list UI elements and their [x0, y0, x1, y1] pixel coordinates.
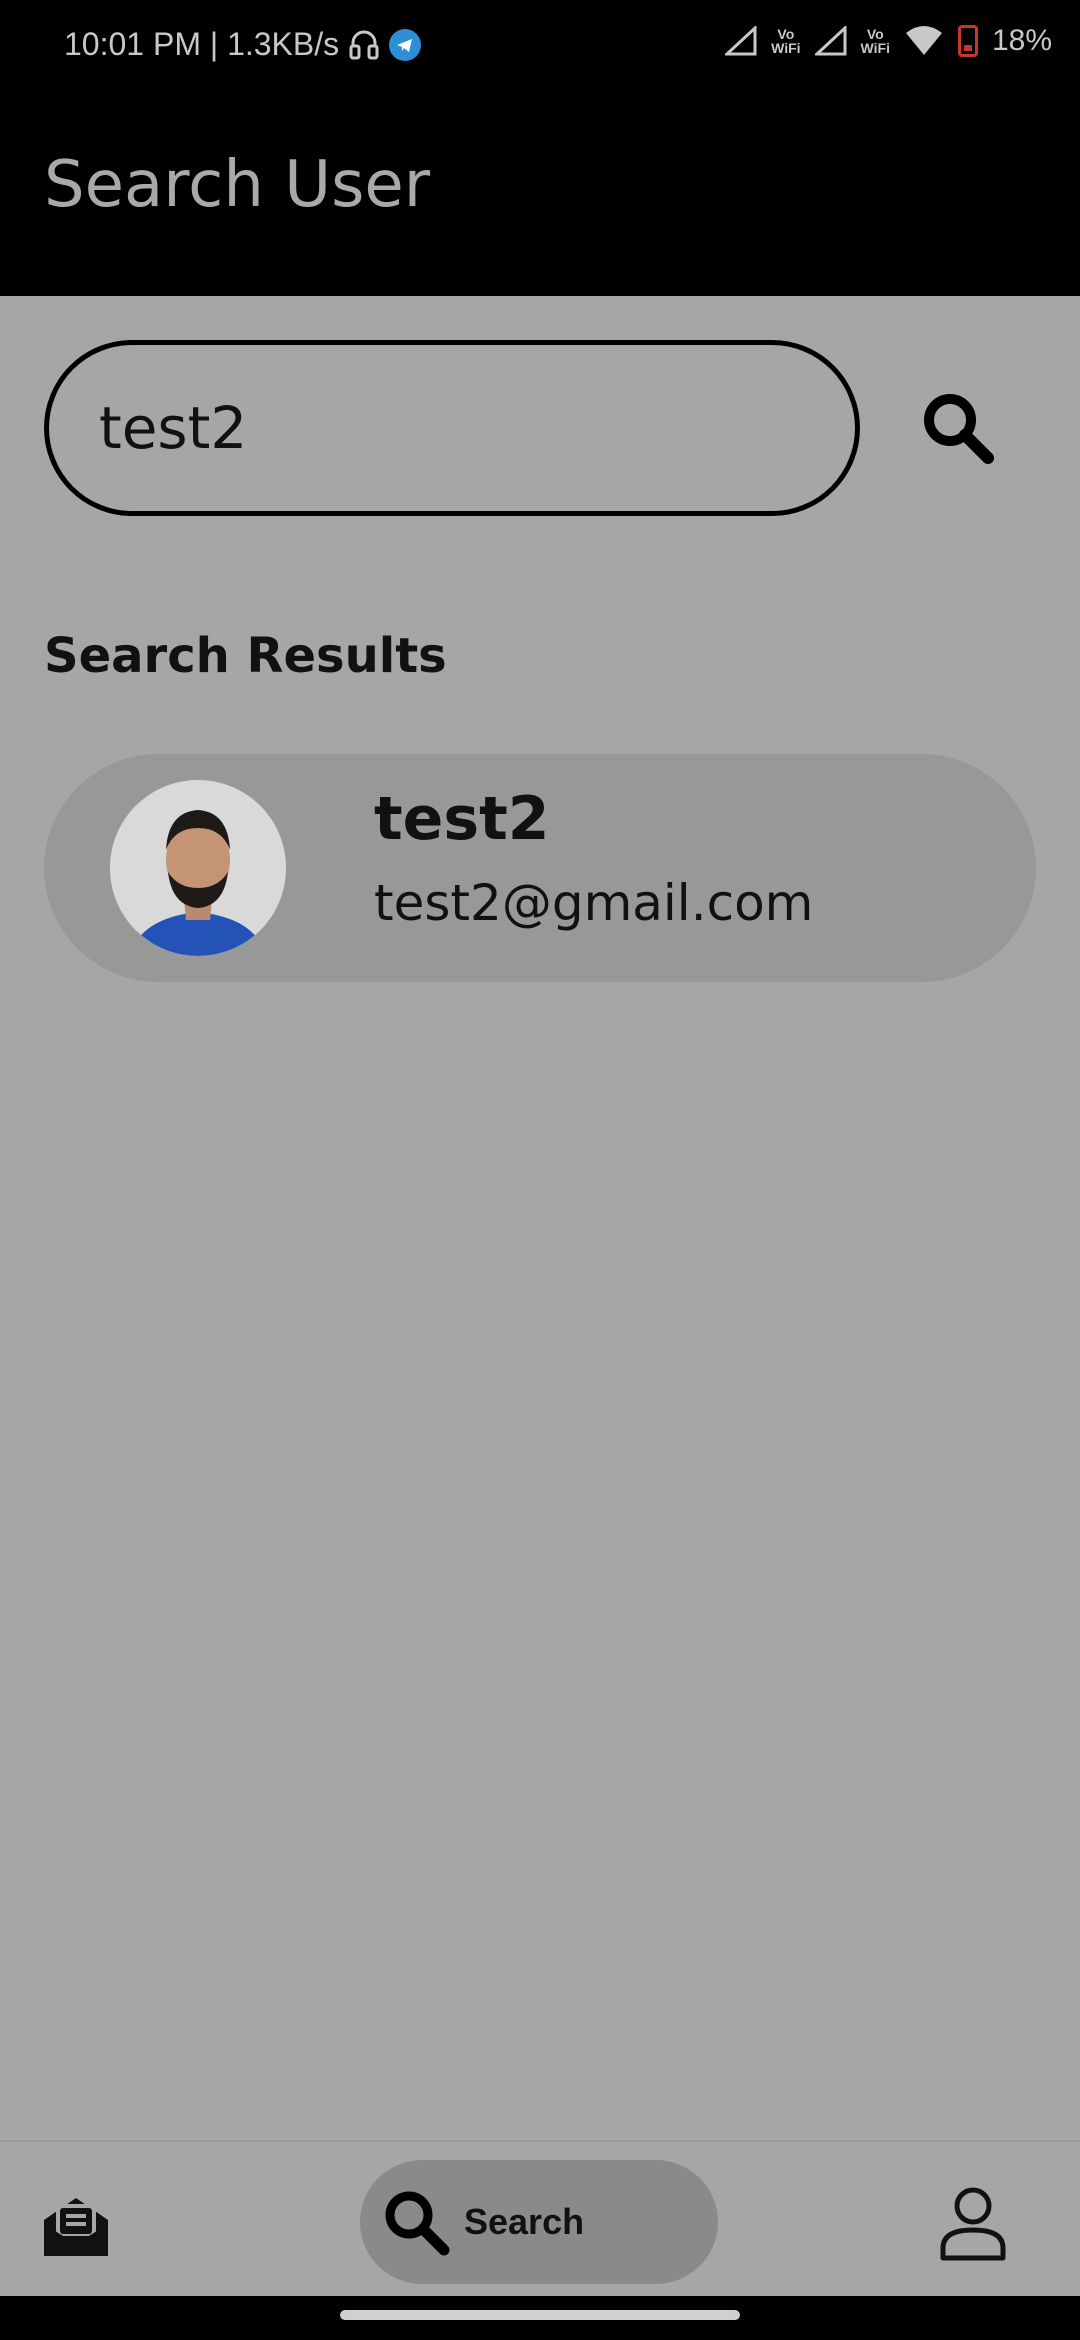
app-bar: Search User	[0, 96, 1080, 296]
gesture-area	[0, 2296, 1080, 2340]
result-name: test2	[374, 784, 550, 854]
search-icon[interactable]	[920, 390, 996, 466]
telegram-icon	[389, 28, 422, 61]
inbox-icon[interactable]	[40, 2190, 112, 2262]
profile-icon[interactable]	[938, 2186, 1008, 2262]
result-item[interactable]: test2 test2@gmail.com	[44, 754, 1036, 982]
search-icon	[385, 2191, 450, 2256]
signal-icon	[814, 26, 847, 56]
home-indicator[interactable]	[340, 2310, 740, 2320]
result-email: test2@gmail.com	[374, 874, 814, 932]
status-bar: 10:01 PM | 1.3KB/s Vo WiFi Vo WiFi 18%	[0, 0, 1080, 96]
results-heading: Search Results	[44, 628, 447, 684]
search-input[interactable]	[44, 340, 860, 516]
nav-search-tab[interactable]: Search	[360, 2160, 718, 2284]
vowifi-icon: Vo WiFi	[860, 26, 890, 56]
battery-percent: 18%	[991, 24, 1052, 57]
status-right: Vo WiFi Vo WiFi 18%	[725, 24, 1052, 58]
battery-icon	[957, 25, 978, 57]
status-left: 10:01 PM | 1.3KB/s	[64, 26, 422, 63]
nav-search-label: Search	[464, 2201, 585, 2242]
status-time-speed: 10:01 PM | 1.3KB/s	[64, 26, 340, 62]
signal-icon	[725, 26, 757, 56]
avatar	[110, 780, 286, 956]
page-title: Search User	[44, 148, 431, 222]
headset-icon	[349, 30, 379, 59]
vowifi-icon: Vo WiFi	[771, 26, 801, 56]
bottom-nav: Search	[0, 2140, 1080, 2296]
wifi-icon	[905, 26, 942, 55]
